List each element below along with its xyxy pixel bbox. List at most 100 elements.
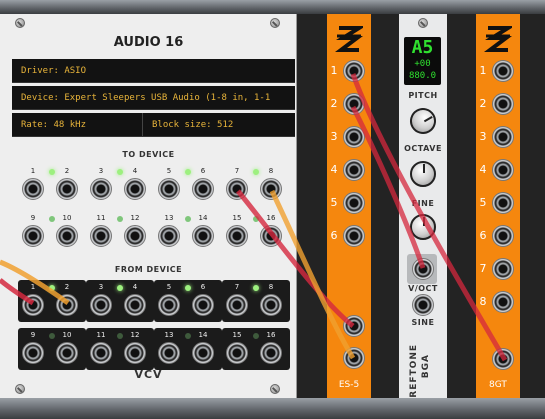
reftone-module[interactable]: A5 +00 880.0 PITCH OCTAVE FINE V/OCT SIN… (399, 14, 447, 398)
fine-label: FINE (411, 199, 435, 208)
es5-input-jack[interactable] (343, 315, 365, 337)
level-led (117, 169, 123, 175)
from-device-jack-10[interactable] (56, 342, 78, 364)
audio16-module[interactable]: AUDIO 16 Driver: ASIO Device: Expert Sle… (0, 14, 297, 398)
to-device-jack-12[interactable] (124, 225, 146, 247)
port-number: 9 (30, 331, 36, 339)
to-device-jack-16[interactable] (260, 225, 282, 247)
to-device-jack-8[interactable] (260, 178, 282, 200)
pitch-knob[interactable] (405, 103, 441, 139)
level-led (253, 333, 259, 339)
output-number: 6 (330, 229, 338, 242)
es5-output-jack-4[interactable] (343, 159, 365, 181)
level-led (49, 169, 55, 175)
8gt-output-jack-1[interactable] (492, 60, 514, 82)
from-device-jack-9[interactable] (22, 342, 44, 364)
8gt-input-jack[interactable] (492, 348, 514, 370)
from-device-jack-11[interactable] (90, 342, 112, 364)
port-number: 1 (30, 167, 36, 175)
es5-output-jack-2[interactable] (343, 93, 365, 115)
expert-sleepers-logo-icon (484, 22, 515, 52)
8gt-output-jack-4[interactable] (492, 159, 514, 181)
port-number: 8 (268, 167, 274, 175)
to-device-jack-9[interactable] (22, 225, 44, 247)
to-device-jack-13[interactable] (158, 225, 180, 247)
from-device-jack-1[interactable] (22, 294, 44, 316)
port-number: 13 (164, 331, 174, 339)
to-device-jack-4[interactable] (124, 178, 146, 200)
level-led (117, 285, 123, 291)
level-led (49, 285, 55, 291)
from-device-jack-15[interactable] (226, 342, 248, 364)
from-device-jack-13[interactable] (158, 342, 180, 364)
block-size-selector[interactable]: Block size: 512 (143, 113, 233, 136)
from-device-jack-16[interactable] (260, 342, 282, 364)
port-number: 4 (132, 167, 138, 175)
to-device-jack-15[interactable] (226, 225, 248, 247)
to-device-jack-14[interactable] (192, 225, 214, 247)
level-led (253, 169, 259, 175)
port-number: 7 (234, 167, 240, 175)
8gt-output-jack-5[interactable] (492, 192, 514, 214)
8gt-output-jack-6[interactable] (492, 225, 514, 247)
fine-knob[interactable] (410, 214, 436, 240)
8gt-output-jack-8[interactable] (492, 291, 514, 313)
driver-selector[interactable]: Driver: ASIO (12, 59, 295, 83)
octave-knob[interactable] (410, 161, 436, 187)
es5-output-jack-6[interactable] (343, 225, 365, 247)
es5-module[interactable]: 1 2 3 4 5 6 ES-5 (327, 14, 371, 398)
to-device-jack-10[interactable] (56, 225, 78, 247)
es5-input-jack[interactable] (343, 347, 365, 369)
rate-block-row: Rate: 48 kHz Block size: 512 (12, 113, 295, 137)
screw-icon (270, 18, 280, 28)
sine-output-jack[interactable] (412, 294, 434, 316)
module-title: AUDIO 16 (113, 35, 184, 50)
device-selector[interactable]: Device: Expert Sleepers USB Audio (1-8 i… (12, 86, 295, 110)
port-number: 11 (96, 331, 106, 339)
to-device-jack-3[interactable] (90, 178, 112, 200)
to-device-jack-11[interactable] (90, 225, 112, 247)
output-number: 8 (479, 295, 487, 308)
port-number: 3 (98, 167, 104, 175)
from-device-jack-14[interactable] (192, 342, 214, 364)
output-number: 4 (330, 163, 338, 176)
8gt-label: 8GT (489, 380, 507, 390)
cents-readout: +00 (414, 59, 431, 69)
to-device-jack-5[interactable] (158, 178, 180, 200)
from-device-jack-8[interactable] (260, 294, 282, 316)
es5-output-jack-5[interactable] (343, 192, 365, 214)
from-device-jack-2[interactable] (56, 294, 78, 316)
from-device-jack-5[interactable] (158, 294, 180, 316)
8gt-output-jack-2[interactable] (492, 93, 514, 115)
level-led (49, 333, 55, 339)
level-led (253, 285, 259, 291)
port-number: 7 (234, 283, 240, 291)
level-led (185, 216, 191, 222)
from-device-jack-4[interactable] (124, 294, 146, 316)
level-led (49, 216, 55, 222)
sample-rate-selector[interactable]: Rate: 48 kHz (12, 113, 142, 136)
8gt-output-jack-3[interactable] (492, 126, 514, 148)
es5-output-jack-1[interactable] (343, 60, 365, 82)
output-number: 3 (330, 130, 338, 143)
voct-input-jack[interactable] (412, 258, 434, 280)
from-device-jack-6[interactable] (192, 294, 214, 316)
to-device-jack-7[interactable] (226, 178, 248, 200)
port-number: 5 (166, 283, 172, 291)
8gt-output-jack-7[interactable] (492, 258, 514, 280)
from-device-jack-3[interactable] (90, 294, 112, 316)
8gt-module[interactable]: 1 2 3 4 5 6 7 8 8GT (476, 14, 520, 398)
to-device-jack-6[interactable] (192, 178, 214, 200)
to-device-label: TO DEVICE (122, 150, 175, 159)
from-device-jack-12[interactable] (124, 342, 146, 364)
level-led (253, 216, 259, 222)
to-device-jack-2[interactable] (56, 178, 78, 200)
port-number: 10 (62, 214, 72, 222)
to-device-jack-1[interactable] (22, 178, 44, 200)
pitch-display: A5 +00 880.0 (404, 37, 441, 85)
pitch-label: PITCH (408, 91, 438, 100)
port-number: 3 (98, 283, 104, 291)
from-device-jack-7[interactable] (226, 294, 248, 316)
es5-output-jack-3[interactable] (343, 126, 365, 148)
level-led (117, 333, 123, 339)
